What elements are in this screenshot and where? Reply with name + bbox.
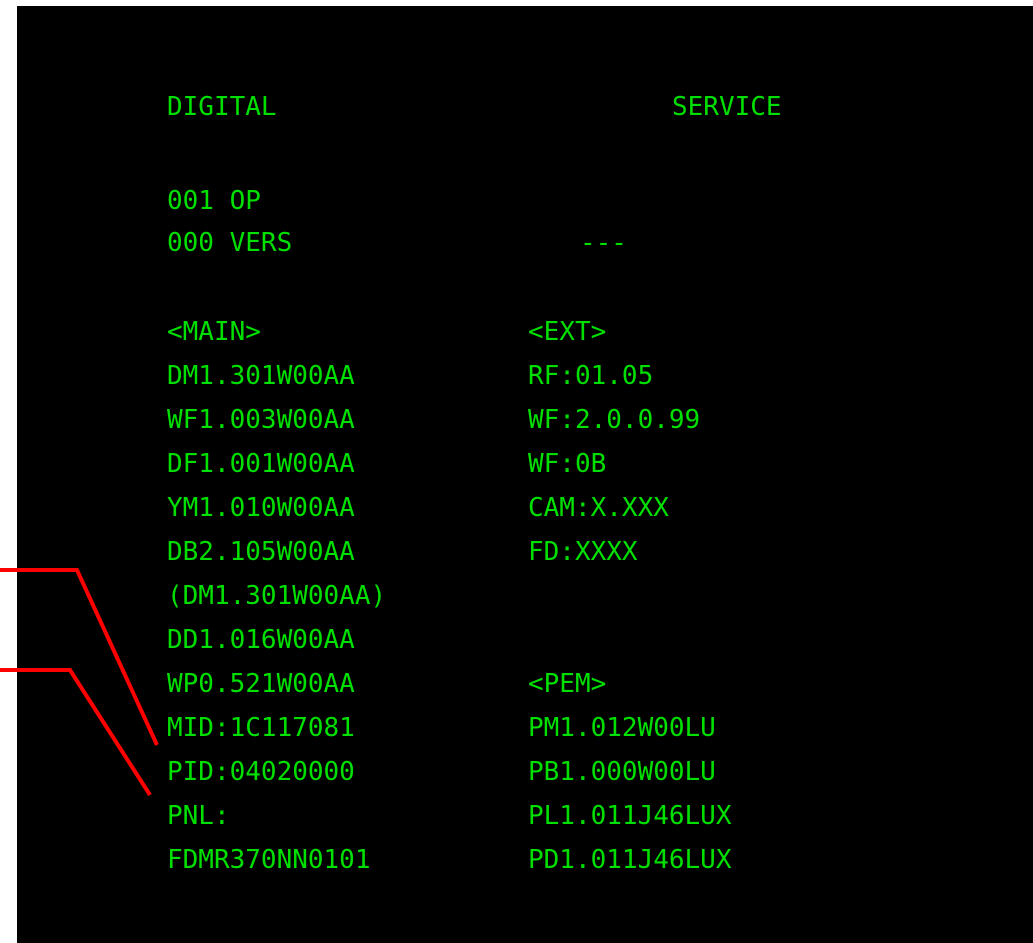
main-item: DD1.016W00AA: [167, 625, 355, 655]
pid-value: PID:04020000: [167, 757, 355, 787]
main-item: DF1.001W00AA: [167, 449, 355, 479]
ext-item: FD:XXXX: [528, 537, 638, 567]
ext-heading: <EXT>: [528, 317, 607, 347]
title-digital: DIGITAL: [167, 92, 277, 122]
mid-value: MID:1C117081: [167, 713, 355, 743]
pem-item: PL1.011J46LUX: [528, 801, 732, 831]
main-item: WP0.521W00AA: [167, 669, 355, 699]
ext-item: RF:01.05: [528, 361, 654, 391]
main-item: (DM1.301W00AA): [167, 581, 387, 611]
pem-item: PB1.000W00LU: [528, 757, 716, 787]
main-item: DM1.301W00AA: [167, 361, 355, 391]
op-line: 001 OP: [167, 186, 261, 216]
ext-item: WF:0B: [528, 449, 607, 479]
pem-heading: <PEM>: [528, 669, 607, 699]
main-item: WF1.003W00AA: [167, 405, 355, 435]
title-service: SERVICE: [672, 92, 782, 122]
ext-item: WF:2.0.0.99: [528, 405, 701, 435]
pem-item: PD1.011J46LUX: [528, 845, 732, 875]
pem-item: PM1.012W00LU: [528, 713, 716, 743]
ext-item: CAM:X.XXX: [528, 493, 669, 523]
main-item: YM1.010W00AA: [167, 493, 355, 523]
main-heading: <MAIN>: [167, 317, 261, 347]
pnl-value: FDMR370NN0101: [167, 845, 371, 875]
main-item: DB2.105W00AA: [167, 537, 355, 567]
pnl-label: PNL:: [167, 801, 230, 831]
vers-label: 000 VERS: [167, 228, 293, 258]
vers-value: ---: [580, 228, 627, 258]
